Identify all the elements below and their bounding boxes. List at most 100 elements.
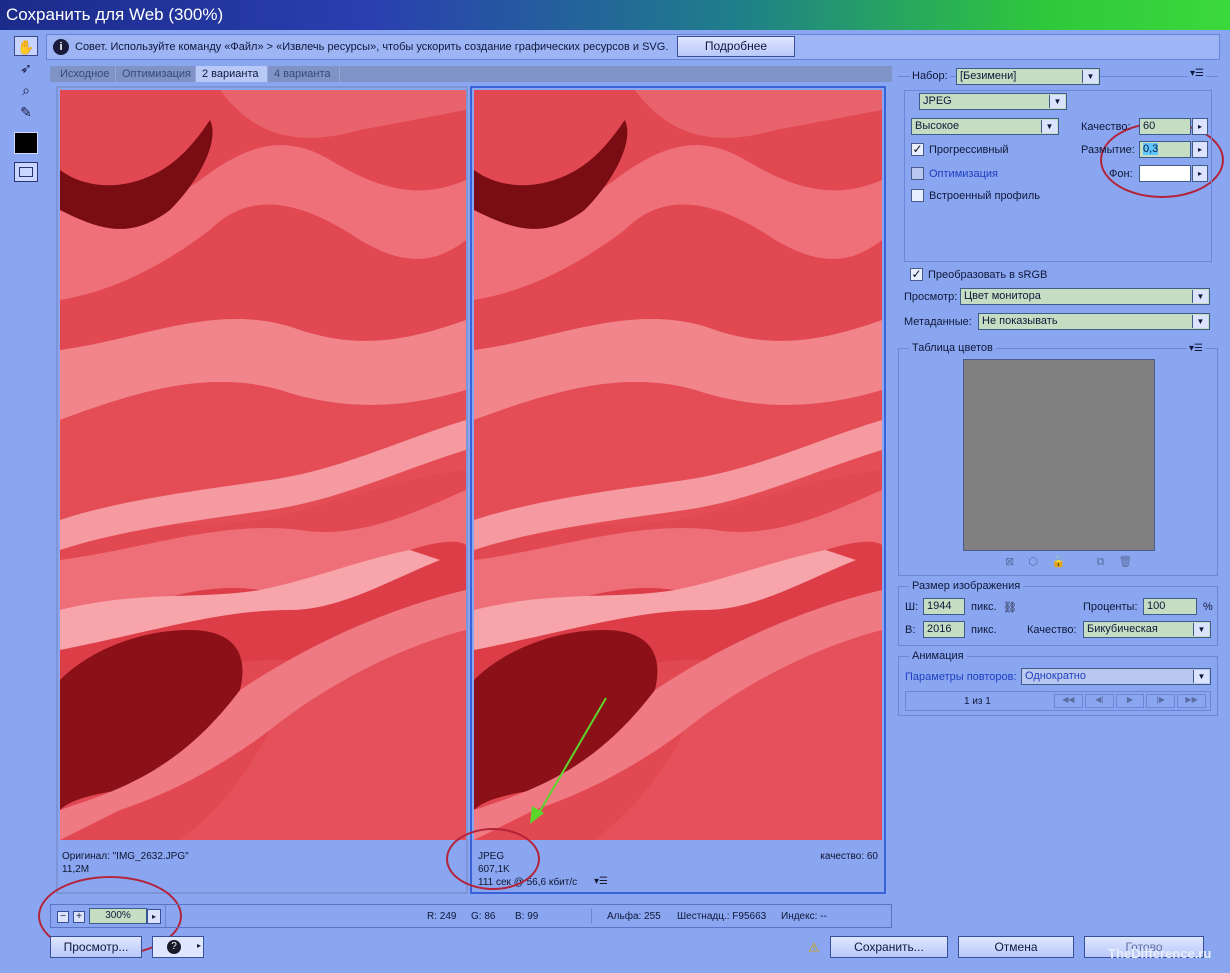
warning-icon: ⚠	[808, 940, 820, 955]
frame-controls: 1 из 1 ◀◀ ◀| ▶ |▶ ▶▶	[905, 691, 1211, 711]
loop-label: Параметры повторов:	[905, 671, 1017, 683]
hex-value: Шестнадц.: F95663	[677, 911, 767, 922]
zoom-menu-arrow-icon[interactable]: ▸	[147, 909, 161, 924]
preset-dropdown[interactable]: [Безимени] ▼	[956, 68, 1100, 85]
color-table-swatches	[963, 359, 1155, 551]
green-value: G: 86	[471, 911, 496, 922]
red-value: R: 249	[427, 911, 457, 922]
first-frame-icon[interactable]: ◀◀	[1054, 694, 1083, 708]
window-title: Сохранить для Web (300%)	[6, 5, 224, 24]
frame-counter: 1 из 1	[964, 696, 991, 707]
progressive-checkbox[interactable]: ✓	[911, 143, 924, 156]
eyedropper-color-swatch[interactable]	[14, 132, 38, 154]
progressive-label: Прогрессивный	[929, 144, 1009, 156]
chevron-right-icon: ▸	[196, 941, 201, 950]
quality-slider-arrow-icon: ▸	[1192, 118, 1208, 135]
toggle-slices-icon[interactable]	[14, 162, 38, 182]
info-icon: i	[53, 39, 69, 55]
more-info-button[interactable]: Подробнее	[677, 36, 795, 57]
matte-label: Фон:	[1109, 168, 1133, 180]
prev-frame-icon[interactable]: ◀|	[1084, 694, 1114, 708]
link-chain-icon[interactable]: ⛓	[1003, 601, 1017, 631]
quality-label: Качество:	[1081, 121, 1131, 133]
cancel-button[interactable]: Отмена	[958, 936, 1074, 958]
title-bar: Сохранить для Web (300%)	[0, 0, 1230, 30]
blue-value: B: 99	[515, 911, 539, 922]
image-size-group: Размер изображения Ш: 1944 пикс. В: 2016…	[898, 580, 1218, 646]
color-table-group: Таблица цветов ▾☰ ⊠⬡🔒 ⧉🗑	[898, 342, 1218, 576]
image-size-title: Размер изображения	[909, 580, 1024, 592]
blur-field[interactable]: 0,3 ▸	[1139, 141, 1208, 158]
zoom-in-button[interactable]: +	[73, 911, 85, 923]
color-table-tool-icons[interactable]: ⊠⬡🔒 ⧉🗑	[1005, 555, 1146, 569]
resample-label: Качество:	[1027, 624, 1077, 636]
format-dropdown[interactable]: JPEG ▼	[919, 93, 1067, 110]
zoom-out-button[interactable]: −	[57, 911, 69, 923]
convert-srgb-checkbox[interactable]: ✓	[910, 268, 923, 281]
index-value: Индекс: --	[781, 911, 827, 922]
color-table-title: Таблица цветов	[909, 342, 996, 354]
embed-profile-checkbox[interactable]	[911, 189, 924, 202]
settings-panel: Набор: [Безимени] ▼ ▾☰ JPEG ▼ Высокое ▼ Кач…	[898, 68, 1218, 334]
matte-arrow-icon: ▸	[1192, 165, 1208, 182]
metadata-label: Метаданные:	[904, 316, 972, 328]
chevron-down-icon: ▼	[1082, 70, 1098, 83]
annotation-ellipse-filesize	[446, 828, 540, 890]
next-frame-icon[interactable]: |▶	[1146, 694, 1176, 708]
preset-label: Набор:	[910, 70, 950, 82]
browser-icon: ?	[167, 940, 181, 954]
hand-icon[interactable]: ✋	[14, 36, 38, 56]
metadata-dropdown[interactable]: Не показывать ▼	[978, 313, 1210, 330]
eyedropper-icon[interactable]: ✎	[14, 102, 38, 122]
blur-label: Размытие:	[1081, 144, 1135, 156]
preview-dropdown[interactable]: Цвет монитора ▼	[960, 288, 1210, 305]
optimized-checkbox[interactable]	[911, 167, 924, 180]
convert-srgb-label: Преобразовать в sRGB	[928, 269, 1048, 281]
preview-button[interactable]: Просмотр...	[50, 936, 142, 958]
height-label: В:	[905, 624, 916, 636]
quality-preset-dropdown[interactable]: Высокое ▼	[911, 118, 1059, 135]
resample-dropdown[interactable]: Бикубическая ▼	[1083, 621, 1211, 638]
toolbox: ✋ ➶ ⌕ ✎	[10, 34, 42, 194]
download-speed-menu-icon[interactable]: ▾☰	[594, 876, 608, 887]
original-preview-pane[interactable]: Оригинал: "IMG_2632.JPG" 11,2M	[56, 86, 468, 894]
blur-slider-arrow-icon: ▸	[1192, 141, 1208, 158]
tab-4-up[interactable]: 4 варианта	[268, 66, 340, 82]
color-table-menu-icon[interactable]: ▾☰	[1187, 343, 1205, 354]
browser-select[interactable]: ? ▸	[152, 936, 204, 958]
tip-bar: i Совет. Используйте команду «Файл» > «И…	[46, 34, 1220, 60]
zoom-level-field[interactable]: 300%	[89, 908, 147, 924]
tip-text: Совет. Используйте команду «Файл» > «Изв…	[75, 41, 669, 53]
percent-label: Проценты:	[1083, 601, 1138, 613]
embed-profile-label: Встроенный профиль	[929, 190, 1041, 202]
percent-field[interactable]: 100	[1143, 598, 1197, 615]
save-button[interactable]: Сохранить...	[830, 936, 948, 958]
last-frame-icon[interactable]: ▶▶	[1177, 694, 1206, 708]
width-label: Ш:	[905, 601, 919, 613]
format-settings-group: JPEG ▼ Высокое ▼ Качество: 60 ▸ ✓ Прогресси…	[904, 90, 1212, 262]
height-unit: пикс.	[971, 624, 997, 636]
watermark: TheDifference.ru	[1108, 946, 1212, 961]
preset-menu-icon[interactable]: ▾☰	[1188, 68, 1206, 79]
tab-original[interactable]: Исходное	[54, 66, 116, 82]
percent-sign: %	[1203, 601, 1213, 613]
preview-label: Просмотр:	[904, 291, 958, 303]
loop-dropdown[interactable]: Однократно ▼	[1021, 668, 1211, 685]
original-image	[60, 90, 466, 840]
view-tabs: Исходное Оптимизация 2 варианта 4 вариан…	[50, 66, 892, 82]
zoom-icon[interactable]: ⌕	[14, 80, 38, 100]
quality-field[interactable]: 60 ▸	[1139, 118, 1208, 135]
tab-optimized[interactable]: Оптимизация	[116, 66, 196, 82]
alpha-value: Альфа: 255	[607, 911, 661, 922]
play-icon[interactable]: ▶	[1115, 694, 1145, 708]
width-unit: пикс.	[971, 601, 997, 613]
slice-select-icon[interactable]: ➶	[14, 58, 38, 78]
width-field[interactable]: 1944	[923, 598, 965, 615]
height-field[interactable]: 2016	[923, 621, 965, 638]
matte-color-field[interactable]: ▸	[1139, 165, 1208, 182]
original-filesize: 11,2M	[62, 864, 90, 875]
animation-title: Анимация	[909, 650, 967, 662]
tab-2-up[interactable]: 2 варианта	[196, 66, 268, 82]
annotation-arrow-icon	[530, 697, 607, 824]
original-filename: Оригинал: "IMG_2632.JPG"	[62, 851, 189, 862]
